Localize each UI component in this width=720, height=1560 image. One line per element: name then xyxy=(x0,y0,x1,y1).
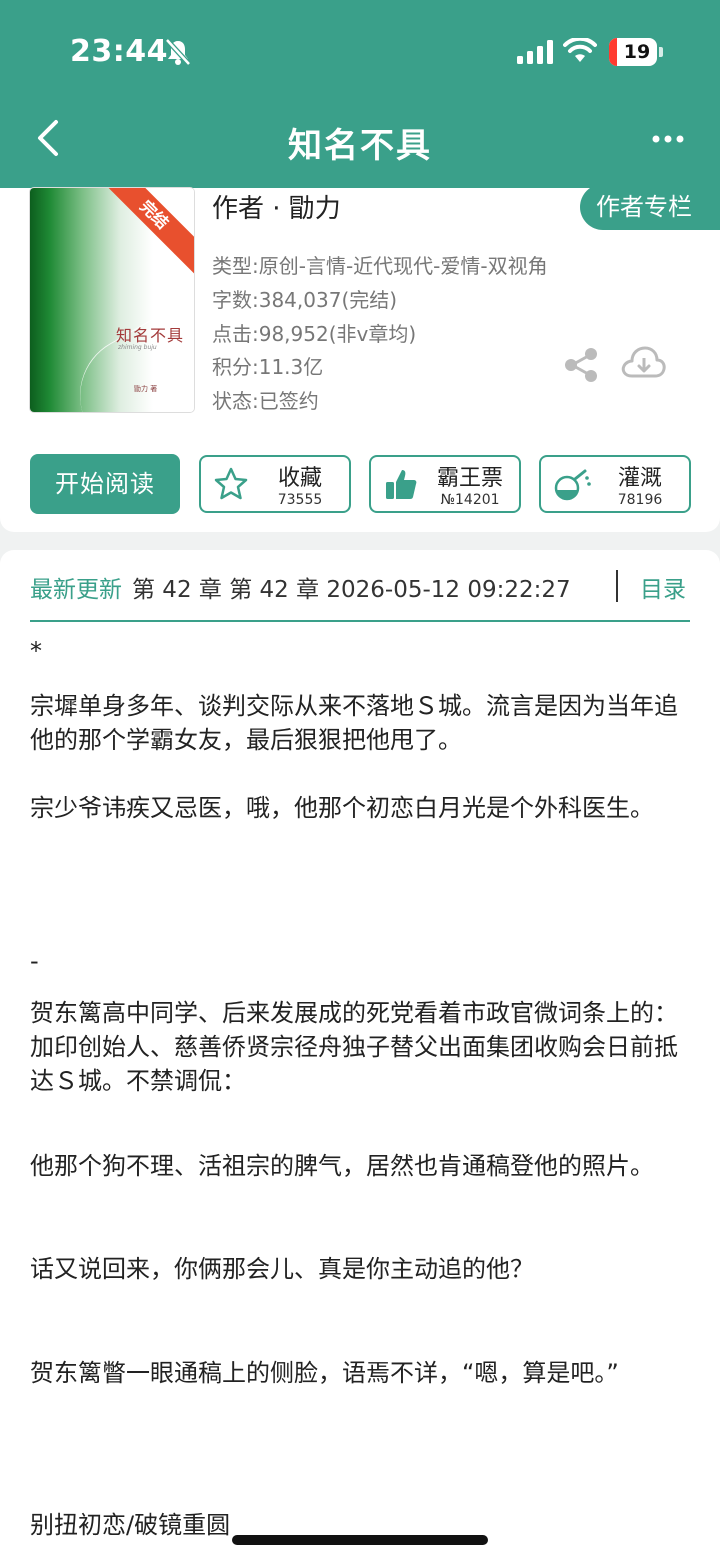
nutrient-button[interactable]: 灌溉 78196 xyxy=(539,455,691,513)
wifi-icon xyxy=(563,38,597,62)
completed-badge: 完结 xyxy=(95,188,194,274)
intro-separator-star: * xyxy=(30,637,42,665)
meta-word-count: 字数:384,037(完结) xyxy=(212,288,398,312)
cellular-signal-icon xyxy=(517,40,553,64)
nutrient-label: 灌溉 xyxy=(617,466,662,491)
author-name[interactable]: 作者 · 勖力 xyxy=(212,188,341,225)
battery-level xyxy=(609,38,617,66)
collect-label: 收藏 xyxy=(277,466,322,491)
intro-paragraph: 宗墀单身多年、谈判交际从来不落地Ｓ城。流言是因为当年追他的那个学霸女友，最后狠狠… xyxy=(30,692,678,754)
latest-update-row[interactable]: 最新更新 第 42 章 第 42 章 2026-05-12 09:22:27 目… xyxy=(30,570,690,622)
meta-clicks: 点击:98,952(非v章均) xyxy=(212,322,417,346)
cloud-download-icon[interactable] xyxy=(620,344,666,382)
bawang-ticket-button[interactable]: 霸王票 №14201 xyxy=(369,455,521,513)
status-time: 23:44 xyxy=(70,34,168,69)
update-divider xyxy=(616,570,618,602)
collect-count: 73555 xyxy=(277,492,323,508)
page-title: 知名不具 xyxy=(288,126,432,166)
intro-paragraph: 贺东篱瞥一眼通稿上的侧脸，语焉不详，“嗯，算是吧。” xyxy=(30,1359,619,1387)
latest-update-label: 最新更新 xyxy=(30,577,122,603)
cover-subtitle: zhiming buju xyxy=(118,344,157,351)
collect-button[interactable]: 收藏 73555 xyxy=(199,455,351,513)
nutrient-count: 78196 xyxy=(617,492,663,508)
cover-author: 勖力 著 xyxy=(134,385,158,393)
intro-paragraph: 话又说回来，你俩那会儿、真是你主动追的他？ xyxy=(30,1255,534,1283)
thumbs-up-icon xyxy=(386,470,417,499)
table-of-contents-link[interactable]: 目录 xyxy=(640,570,686,604)
bawang-ticket-label: 霸王票 xyxy=(436,466,503,491)
battery-percent: 19 xyxy=(623,41,651,63)
author-column-button[interactable]: 作者专栏 xyxy=(580,184,720,230)
battery-indicator: 19 xyxy=(609,38,657,66)
bawang-ticket-rank: №14201 xyxy=(440,492,500,508)
intro-separator-dash: - xyxy=(30,947,39,975)
battery-tip xyxy=(659,47,663,57)
meta-points: 积分:11.3亿 xyxy=(212,355,324,379)
meta-genre: 类型:原创-言情-近代现代-爱情-双视角 xyxy=(212,254,548,278)
intro-paragraph: 他那个狗不理、活祖宗的脾气，居然也肯通稿登他的照片。 xyxy=(30,1152,654,1180)
cover-title: 知名不具 xyxy=(116,326,185,345)
back-arrow-icon[interactable] xyxy=(30,116,70,160)
home-indicator[interactable] xyxy=(232,1535,488,1545)
intro-paragraph: 宗少爷讳疾又忌医，哦，他那个初恋白月光是个外科医生。 xyxy=(30,794,654,822)
book-cover[interactable]: 完结 知名不具 zhiming buju 勖力 著 xyxy=(30,188,194,412)
latest-update-chapter[interactable]: 第 42 章 第 42 章 2026-05-12 09:22:27 xyxy=(132,570,571,604)
watering-flask-icon xyxy=(554,469,591,501)
meta-status: 状态:已签约 xyxy=(212,389,319,413)
start-reading-button[interactable]: 开始阅读 xyxy=(30,454,180,514)
action-bar: 开始阅读 收藏 73555 霸王票 №14201 灌溉 78196 xyxy=(0,454,720,516)
bell-muted-icon xyxy=(165,38,191,66)
intro-paragraph: 贺东篱高中同学、后来发展成的死党看着市政官微词条上的：加印创始人、慈善侨贤宗径舟… xyxy=(30,999,678,1095)
app-header: 23:44 19 知名不具 xyxy=(0,0,720,188)
star-icon xyxy=(214,467,248,500)
more-options-icon[interactable] xyxy=(648,124,688,154)
share-icon[interactable] xyxy=(562,346,600,384)
